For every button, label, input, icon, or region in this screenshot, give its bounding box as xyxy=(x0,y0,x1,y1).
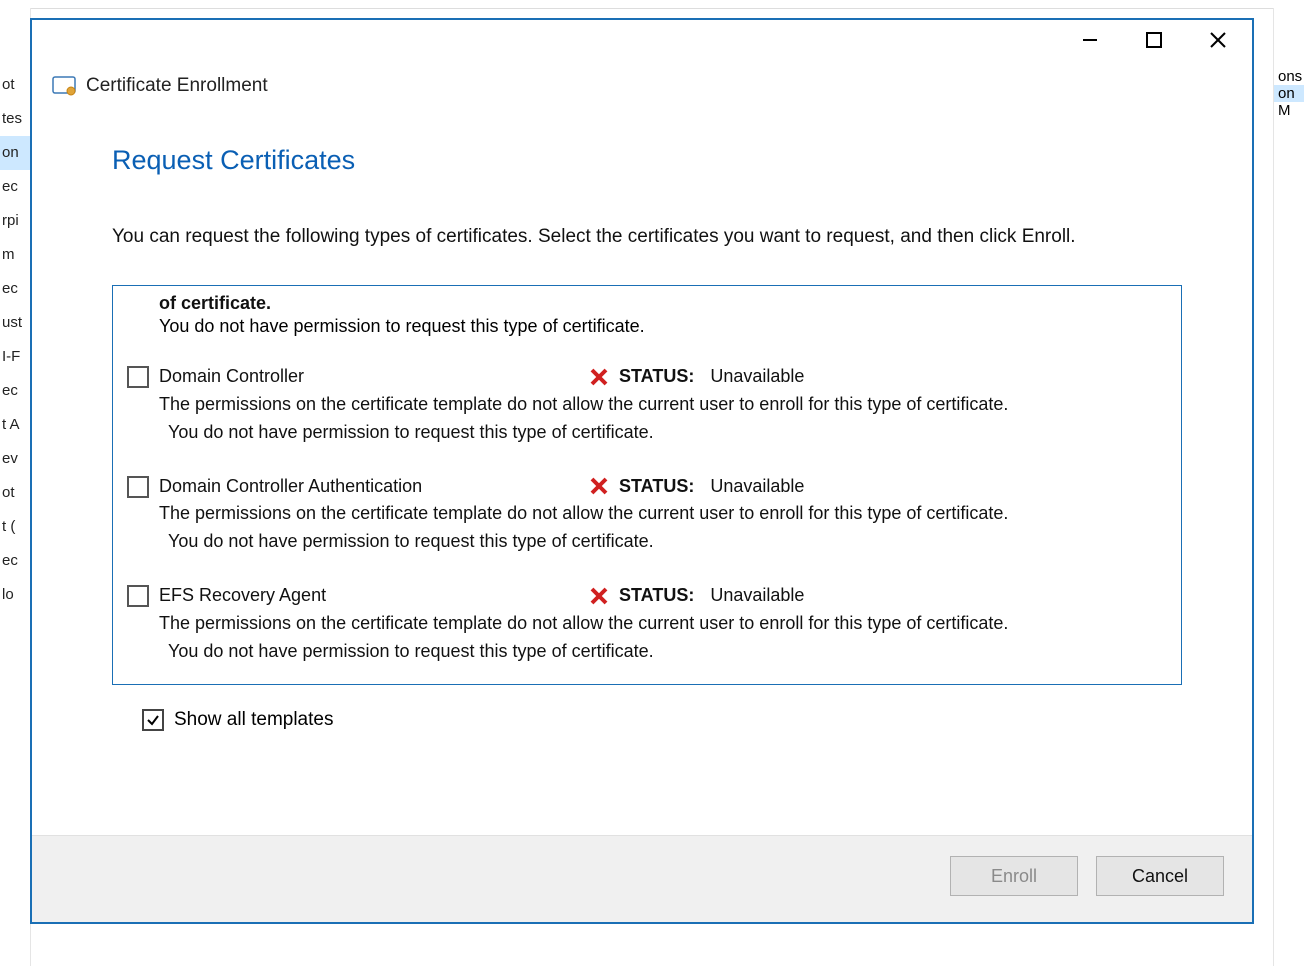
dialog-button-bar: Enroll Cancel xyxy=(32,835,1252,922)
show-all-label: Show all templates xyxy=(174,709,333,731)
template-reason-1: The permissions on the certificate templ… xyxy=(159,500,1161,528)
template-reason-2: You do not have permission to request th… xyxy=(159,528,1161,556)
partial-line-2: You do not have permission to request th… xyxy=(159,316,1161,337)
template-reason-1: The permissions on the certificate templ… xyxy=(159,391,1161,419)
certificate-template-entry[interactable]: Domain Controller Authentication STATUS:… xyxy=(127,473,1161,557)
dialog-titlebar xyxy=(32,20,1252,75)
status-label: STATUS: xyxy=(619,473,694,501)
certificate-enrollment-dialog: Certificate Enrollment Request Certifica… xyxy=(30,18,1254,924)
dialog-title: Certificate Enrollment xyxy=(86,75,268,97)
status-value: Unavailable xyxy=(710,582,804,610)
dialog-header: Certificate Enrollment xyxy=(32,75,1252,115)
template-name: Domain Controller Authentication xyxy=(159,473,579,501)
x-icon xyxy=(589,367,609,387)
template-reason-1: The permissions on the certificate templ… xyxy=(159,610,1161,638)
parent-tree-fragment-item: m xyxy=(0,238,30,272)
template-reason-2: You do not have permission to request th… xyxy=(159,638,1161,666)
enroll-button[interactable]: Enroll xyxy=(950,856,1078,896)
show-all-templates-row[interactable]: Show all templates xyxy=(112,709,1182,731)
certificate-template-entry[interactable]: Domain Controller STATUS: Unavailable Th… xyxy=(127,363,1161,447)
parent-tree-fragment-item: tes xyxy=(0,102,30,136)
instructions-text: You can request the following types of c… xyxy=(112,222,1182,251)
certificate-icon xyxy=(52,75,76,97)
parent-menubar xyxy=(0,0,1304,9)
dialog-content: Request Certificates You can request the… xyxy=(32,115,1252,835)
status-label: STATUS: xyxy=(619,582,694,610)
parent-tree-fragment-item: rpi xyxy=(0,204,30,238)
parent-tree-fragment-item: I-F xyxy=(0,340,30,374)
parent-pane-fragment-item: on xyxy=(1274,85,1304,102)
close-button[interactable] xyxy=(1188,20,1248,60)
parent-tree-fragment-item: ec xyxy=(0,544,30,578)
template-name: EFS Recovery Agent xyxy=(159,582,579,610)
maximize-button[interactable] xyxy=(1124,20,1184,60)
parent-pane-fragment-item: ons xyxy=(1274,68,1304,85)
partial-line-1: of certificate. xyxy=(159,292,1161,315)
partial-scrolled-entry: of certificate. You do not have permissi… xyxy=(127,292,1161,336)
parent-tree-fragment-item: ec xyxy=(0,170,30,204)
template-checkbox[interactable] xyxy=(127,366,149,388)
certificate-template-list[interactable]: of certificate. You do not have permissi… xyxy=(112,285,1182,685)
parent-tree-fragment-item: on xyxy=(0,136,30,170)
section-title: Request Certificates xyxy=(112,145,1182,176)
template-checkbox[interactable] xyxy=(127,476,149,498)
certificate-template-entry[interactable]: EFS Recovery Agent STATUS: Unavailable T… xyxy=(127,582,1161,666)
status-value: Unavailable xyxy=(710,473,804,501)
parent-tree-fragment-item: ot xyxy=(0,68,30,102)
parent-right-pane-fragment: onsonM xyxy=(1273,8,1304,966)
x-icon xyxy=(589,476,609,496)
show-all-checkbox[interactable] xyxy=(142,709,164,731)
template-reason-2: You do not have permission to request th… xyxy=(159,419,1161,447)
status-label: STATUS: xyxy=(619,363,694,391)
parent-tree-fragment-item: t A xyxy=(0,408,30,442)
template-checkbox[interactable] xyxy=(127,585,149,607)
parent-tree-fragment-item: ust xyxy=(0,306,30,340)
cancel-button[interactable]: Cancel xyxy=(1096,856,1224,896)
template-name: Domain Controller xyxy=(159,363,579,391)
parent-pane-fragment-item: M xyxy=(1274,102,1304,119)
minimize-button[interactable] xyxy=(1060,20,1120,60)
parent-tree-fragment-item: ev xyxy=(0,442,30,476)
parent-left-tree-fragment: ottesonecrpimecustI-Fect Aevott (eclo xyxy=(0,8,31,966)
parent-tree-fragment-item: t ( xyxy=(0,510,30,544)
x-icon xyxy=(589,586,609,606)
parent-tree-fragment-item: ec xyxy=(0,374,30,408)
parent-tree-fragment-item: lo xyxy=(0,578,30,612)
parent-tree-fragment-item: ec xyxy=(0,272,30,306)
parent-tree-fragment-item: ot xyxy=(0,476,30,510)
status-value: Unavailable xyxy=(710,363,804,391)
